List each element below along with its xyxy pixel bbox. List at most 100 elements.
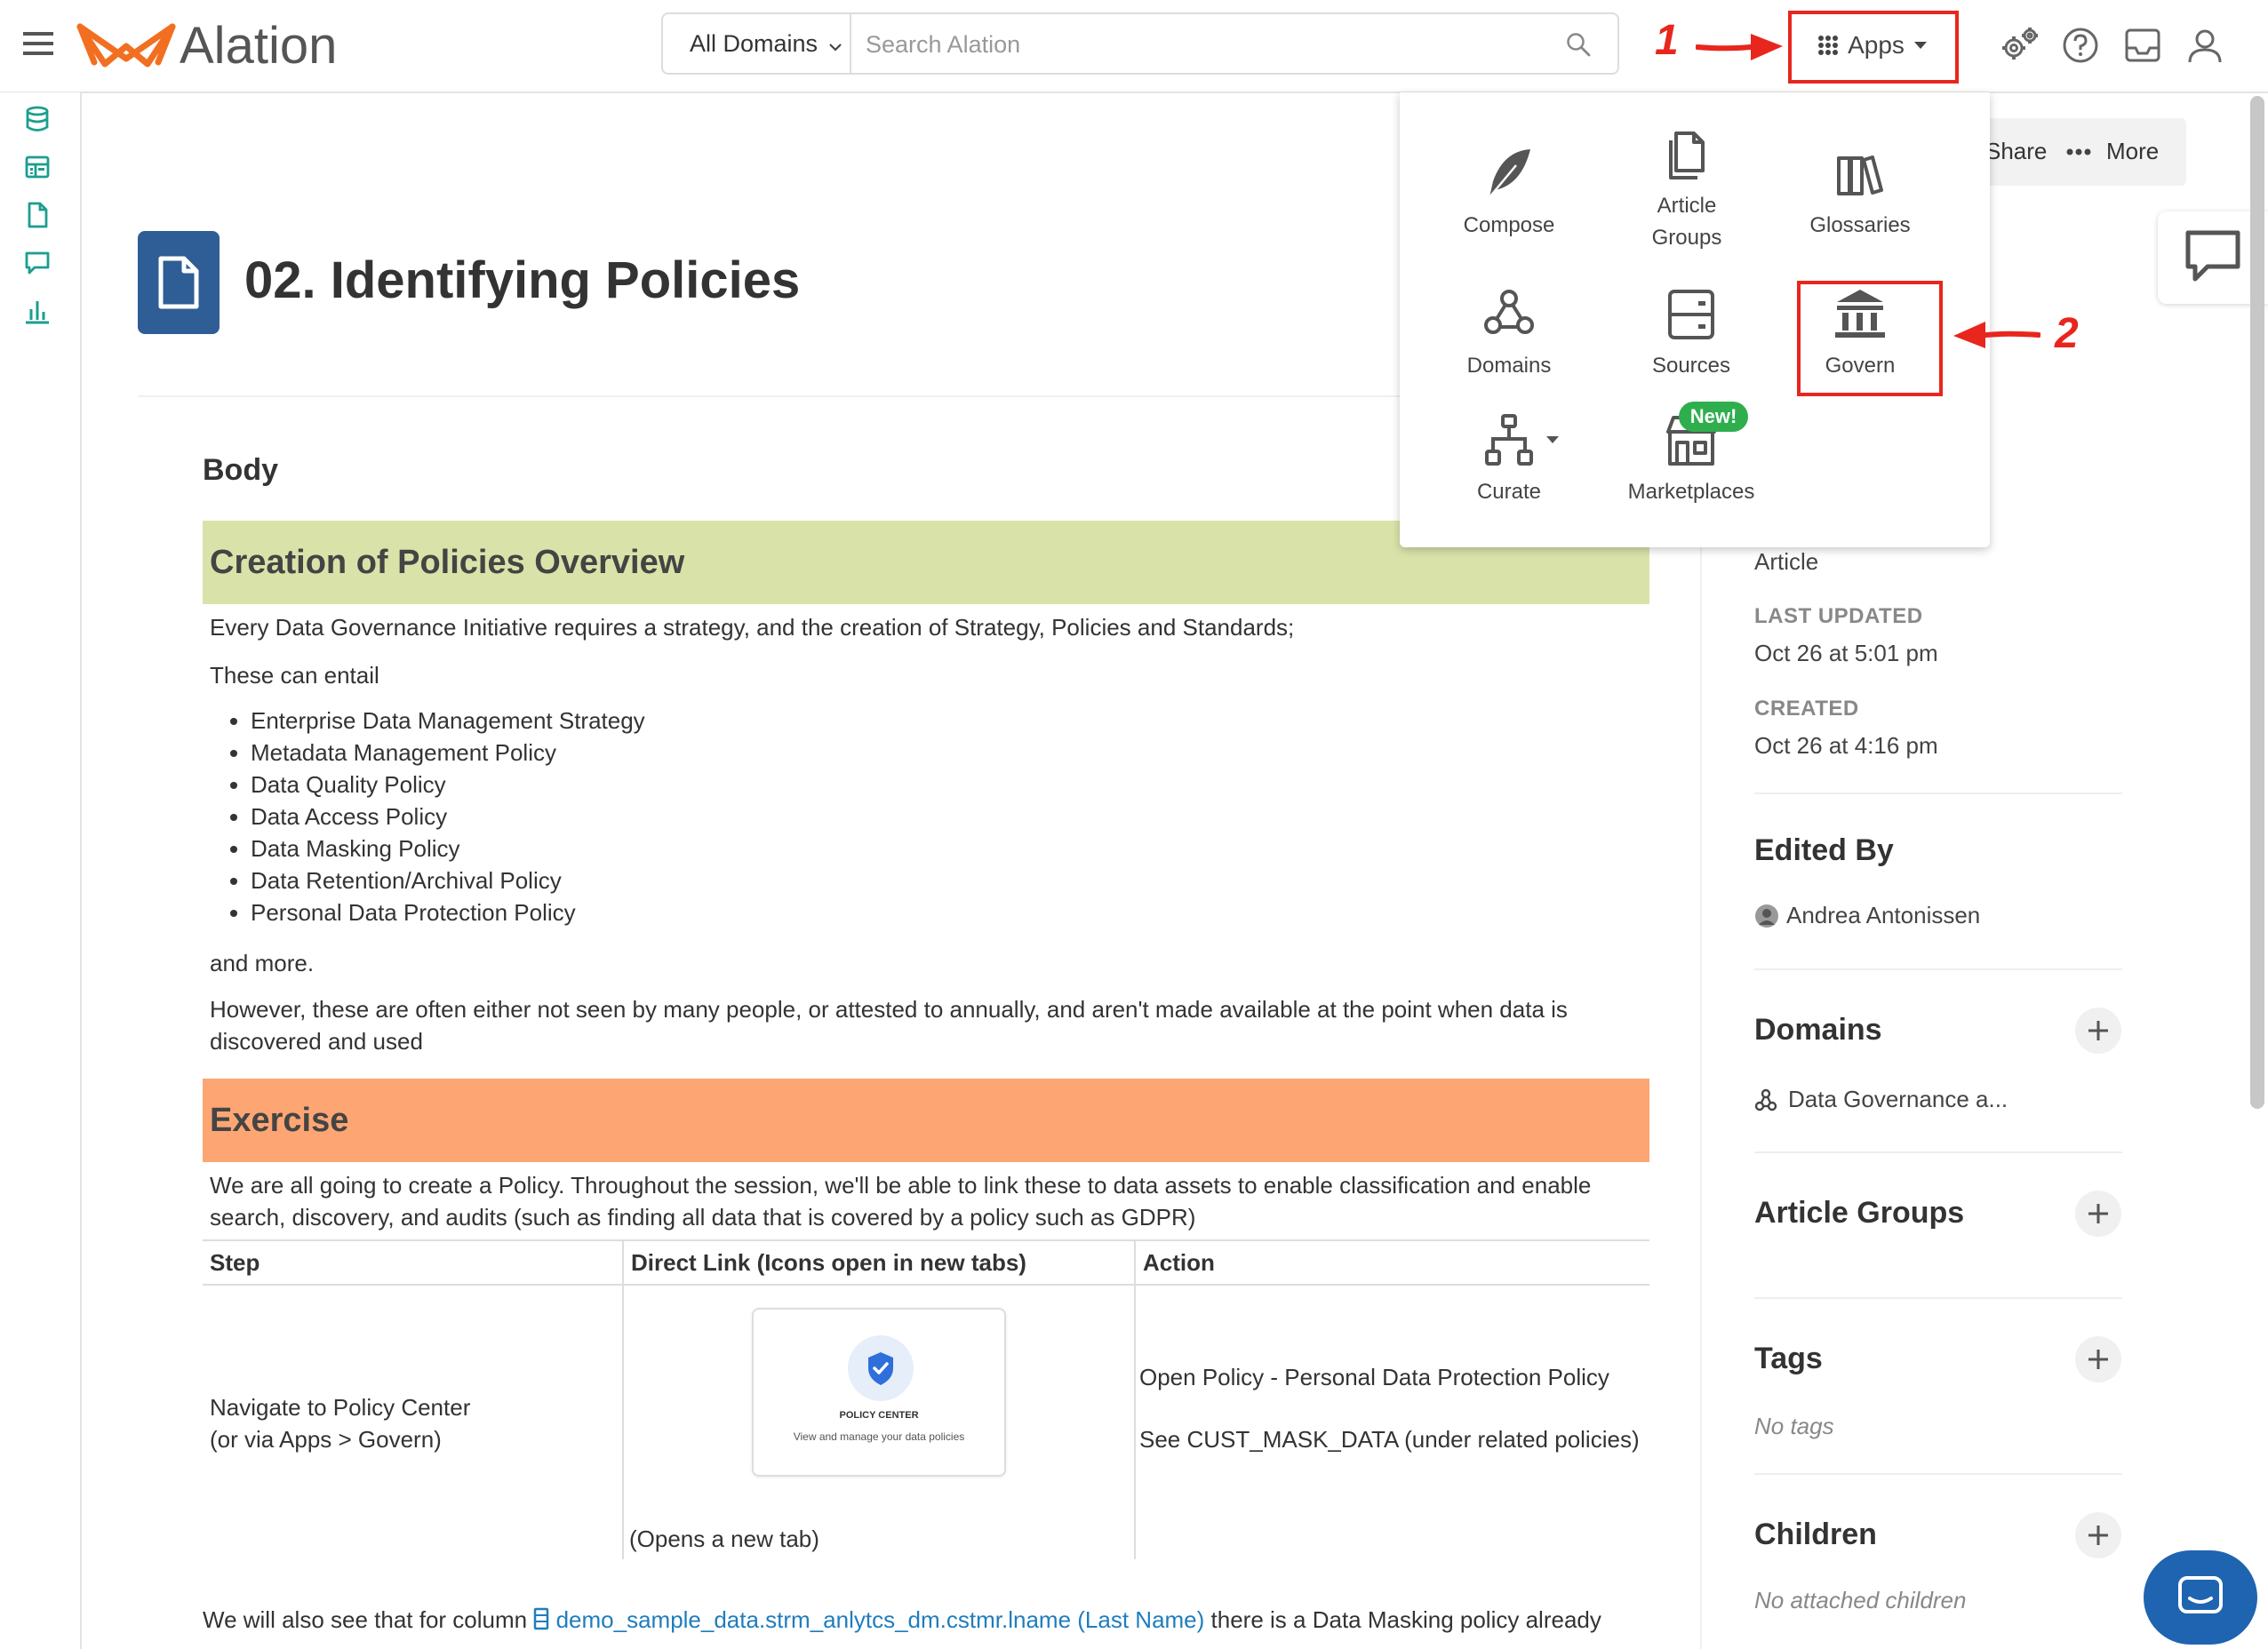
sidebar-section-divider [1754,1473,2122,1475]
table-header-direct-link: Direct Link (Icons open in new tabs) [622,1239,1135,1286]
app-label: Curate [1476,480,1542,504]
domain-row[interactable]: Data Governance a... [1754,1086,2008,1113]
action-text-line2: See CUST_MASK_DATA (under related polici… [1139,1426,1640,1453]
server-icon [1668,290,1714,339]
article-groups-heading: Article Groups [1754,1196,1965,1230]
children-empty: No attached children [1754,1587,1967,1613]
annotation-number-1: 1 [1655,17,1679,64]
annotation-box-govern [1797,281,1943,396]
search-input[interactable] [864,20,1543,69]
last-updated-value: Oct 26 at 5:01 pm [1754,640,1938,666]
sidebar-divider [1700,480,1702,1649]
user-profile-icon[interactable] [2186,27,2224,64]
more-dots-icon[interactable] [2066,148,2091,155]
app-label: Article Groups [1651,194,1722,250]
paragraph-masking-prefix: We will also see that for column [203,1606,534,1633]
domains-select[interactable]: All Domains [663,14,851,73]
action-text-line1: Open Policy - Personal Data Protection P… [1139,1364,1609,1390]
annotation-box-apps [1788,11,1959,84]
plus-icon [2088,1204,2108,1223]
article-type-icon [138,231,220,334]
paragraph-entail: These can entail [210,662,379,689]
avatar [1754,904,1779,928]
share-button[interactable]: Share [1985,138,2047,165]
add-tag-button[interactable] [2075,1336,2121,1382]
logo-text[interactable]: Alation [180,16,337,76]
step-text-line1: Navigate to Policy Center [210,1394,471,1421]
new-badge: New! [1679,402,1748,432]
help-icon[interactable] [2062,27,2099,64]
curate-caret-down-icon[interactable] [1545,435,1560,444]
editor-row[interactable]: Andrea Antonissen [1754,902,1980,929]
more-button[interactable]: More [2106,138,2159,165]
article-icon[interactable] [23,201,52,229]
app-label: Sources [1651,354,1731,378]
page-scrollbar[interactable] [2250,96,2264,1109]
body-heading: Body [203,453,278,487]
column-link[interactable]: demo_sample_data.strm_anlytcs_dm.cstmr.l… [556,1606,1205,1633]
app-item-glossaries[interactable]: Glossaries [1771,146,1949,242]
plus-icon [2088,1526,2108,1545]
object-type-value: Article [1754,548,1819,575]
app-label: Domains [1466,354,1552,378]
plus-icon [2088,1021,2108,1040]
sidebar-section-divider [1754,1297,2122,1299]
sidebar-section-divider [1754,793,2122,794]
created-label: CREATED [1754,697,1859,721]
paragraph-masking: We will also see that for column demo_sa… [203,1606,1660,1634]
add-child-button[interactable] [2075,1512,2121,1558]
hamburger-menu-icon[interactable] [23,30,53,57]
annotation-number-2: 2 [2055,310,2079,357]
support-chat-button[interactable] [2144,1550,2257,1645]
paragraph-intro: Every Data Governance Initiative require… [210,614,1295,641]
app-label: Marketplaces [1627,480,1755,504]
list-item: Metadata Management Policy [251,737,645,769]
edited-by-heading: Edited By [1754,833,1894,867]
link-note: (Opens a new tab) [629,1526,819,1552]
chat-bubble-icon [2185,230,2240,282]
table-cell-action [1134,1285,1649,1559]
app-item-compose[interactable]: Compose [1420,146,1598,242]
search-icon[interactable] [1566,32,1591,57]
plus-icon [2088,1350,2108,1369]
left-nav-rail [0,92,82,1649]
list-item: Data Masking Policy [251,832,645,864]
table-header-action: Action [1134,1239,1649,1286]
bar-chart-icon[interactable] [23,297,52,325]
table-icon[interactable] [23,153,52,181]
paragraph-exercise: We are all going to create a Policy. Thr… [210,1172,1592,1231]
alation-logo-icon[interactable] [76,20,176,69]
policy-center-card[interactable]: POLICY CENTER View and manage your data … [752,1308,1006,1477]
app-label: Compose [1463,213,1555,237]
app-item-sources[interactable]: Sources [1602,286,1780,382]
section-banner-exercise: Exercise [203,1079,1649,1162]
domain-icon [1754,1088,1777,1111]
app-item-article-groups[interactable]: Article Groups [1602,130,1771,254]
tags-empty: No tags [1754,1413,1834,1439]
add-domain-button[interactable] [2075,1008,2121,1054]
annotation-arrow-left-icon [1952,315,2040,355]
last-updated-label: LAST UPDATED [1754,604,1923,628]
table-header-step: Step [203,1239,623,1286]
app-label: Glossaries [1809,213,1911,237]
app-item-curate[interactable]: Curate [1420,412,1598,508]
database-icon[interactable] [23,105,52,133]
annotation-arrow-right-icon [1696,27,1785,68]
settings-gears-icon[interactable] [2000,27,2039,64]
domains-select-label: All Domains [690,30,819,57]
app-item-domains[interactable]: Domains [1420,286,1598,382]
documents-icon [1669,131,1705,179]
conversation-icon[interactable] [23,249,52,277]
created-value: Oct 26 at 4:16 pm [1754,732,1938,759]
list-item: Data Retention/Archival Policy [251,864,645,896]
hierarchy-icon [1485,414,1533,466]
inbox-icon[interactable] [2124,27,2161,64]
list-item: Data Access Policy [251,801,645,832]
shield-check-icon [847,1334,914,1402]
paragraph-however: However, these are often either not seen… [210,996,1568,1055]
domains-icon [1484,290,1534,334]
sidebar-section-divider [1754,1151,2122,1153]
add-article-group-button[interactable] [2075,1191,2121,1237]
tags-heading: Tags [1754,1342,1823,1375]
share-more-bar: Share More [1955,118,2186,186]
